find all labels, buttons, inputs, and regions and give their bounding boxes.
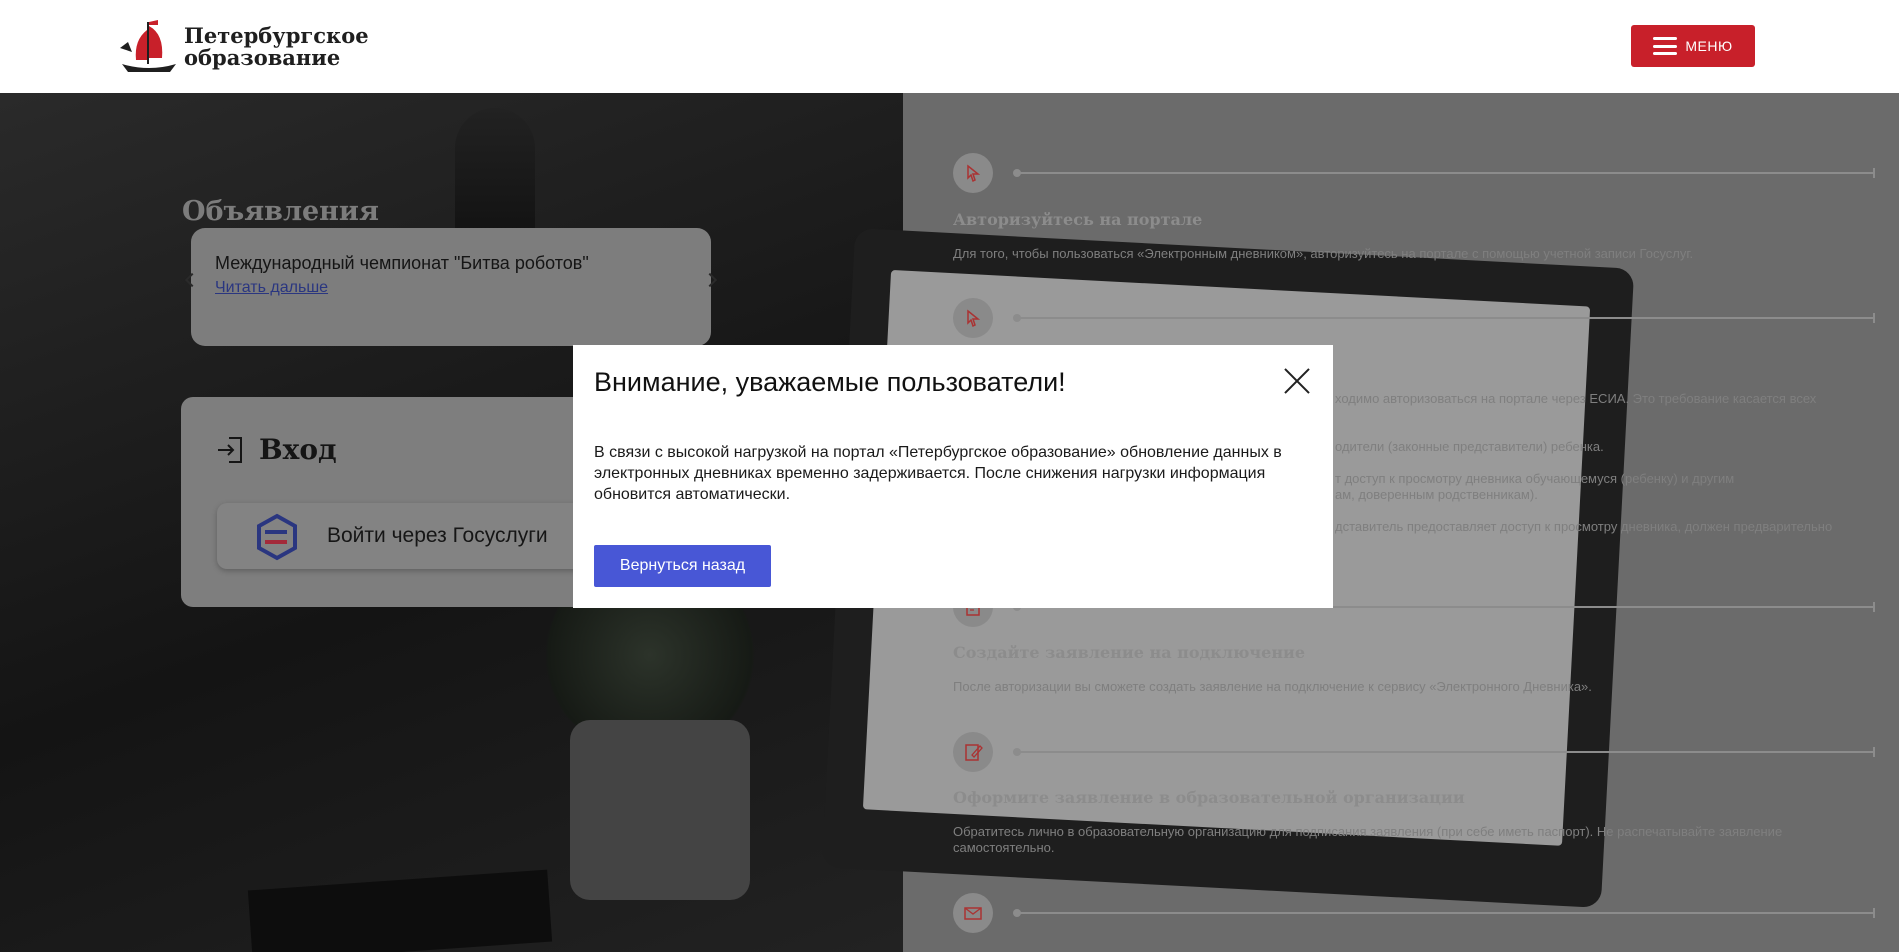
go-back-button[interactable]: Вернуться назад: [594, 545, 771, 587]
modal-title: Внимание, уважаемые пользователи!: [594, 367, 1066, 397]
warning-modal: Внимание, уважаемые пользователи! В связ…: [573, 345, 1333, 608]
close-icon[interactable]: [1283, 367, 1311, 395]
modal-message: В связи с высокой нагрузкой на портал «П…: [594, 444, 1282, 503]
